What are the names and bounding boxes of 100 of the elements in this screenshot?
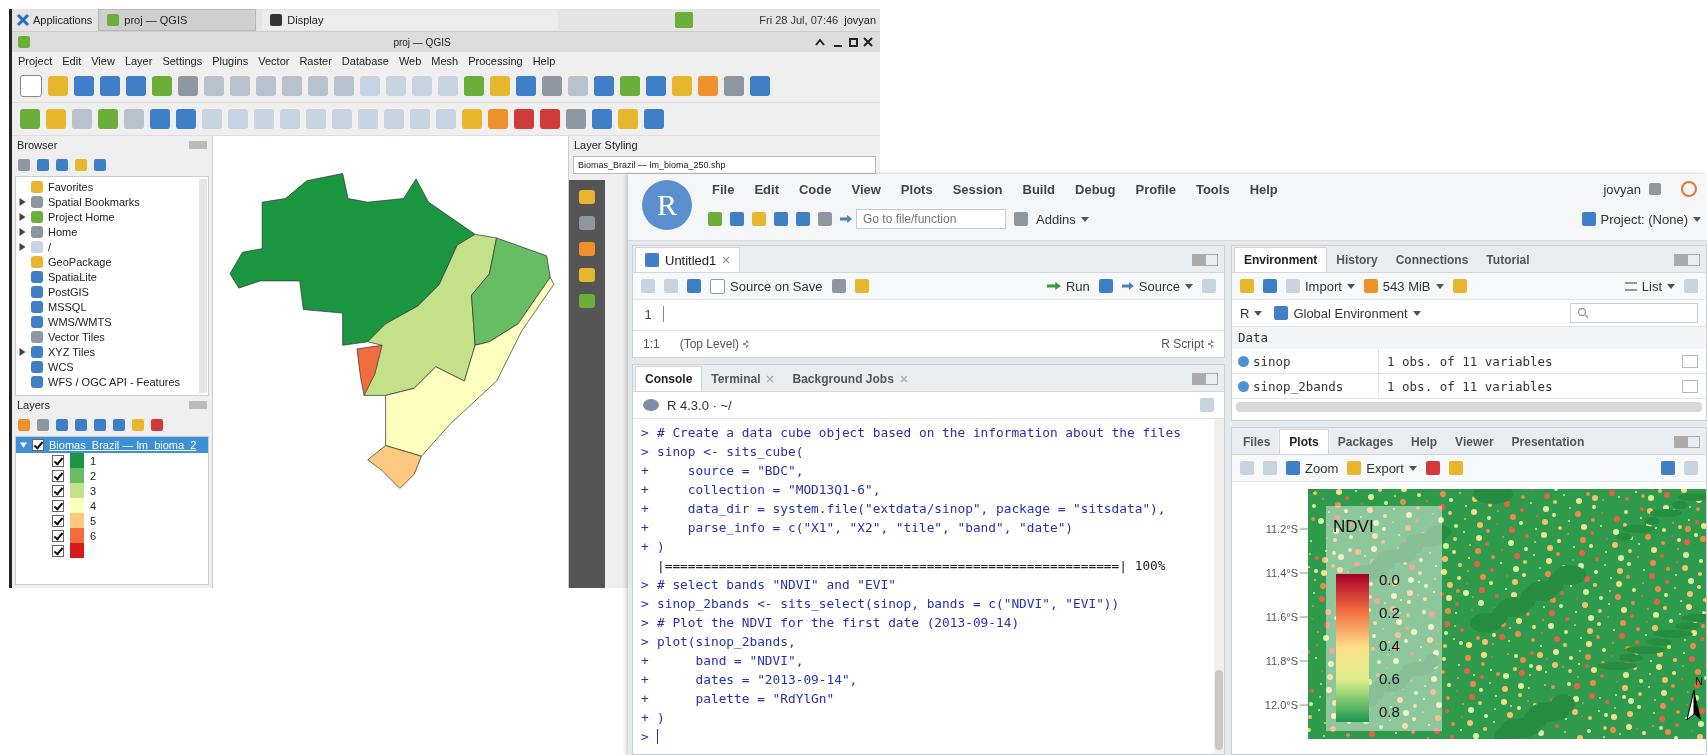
menu-item[interactable]: Project [18,55,53,67]
browser-item[interactable]: WCS [16,359,208,374]
layer-dropdown[interactable]: Biomas_Brazil — lm_bioma_250.shp [573,156,876,174]
browser-item[interactable]: Home [16,224,208,239]
pane-tab[interactable]: Console [635,366,703,391]
checkbox[interactable] [52,454,64,467]
go-to-file-field[interactable]: Go to file/function [856,209,1006,229]
tool-icon[interactable] [540,109,560,129]
close-icon[interactable] [766,375,775,383]
source-on-save-checkbox[interactable]: Source on Save [710,278,823,294]
scrollbar[interactable] [1236,402,1702,412]
pane-tab[interactable]: Tutorial [1477,248,1539,272]
pane-tab[interactable]: Files [1234,430,1280,454]
taskbar-task[interactable]: Display [262,10,559,30]
pane-tab[interactable]: Plots [1279,429,1329,454]
expand-arrow-icon[interactable] [19,227,26,236]
environment-selector[interactable]: Global Environment [1274,305,1421,321]
tool-icon[interactable] [542,76,562,96]
pane-tab[interactable]: Connections [1386,248,1478,272]
expand-icon[interactable] [1238,380,1249,392]
menu-item[interactable]: Raster [299,55,332,67]
expand-arrow-icon[interactable] [19,242,26,251]
search-field[interactable] [1570,303,1698,323]
close-icon[interactable] [899,375,908,383]
scope-selector[interactable]: (Top Level) [679,337,750,351]
expand-arrow-icon[interactable] [19,197,26,206]
tool-icon[interactable] [750,76,770,96]
tool-icon[interactable] [18,159,30,171]
style-tab-icon[interactable] [579,190,595,204]
menu-item[interactable]: Tools [1195,181,1230,197]
menu-item[interactable]: Session [952,181,1003,197]
taskbar-task[interactable]: proj — QGIS [98,9,257,31]
tool-icon[interactable] [176,109,196,129]
dock-buttons-icon[interactable] [189,401,207,409]
tool-icon[interactable] [94,159,106,171]
import-button[interactable]: Import [1286,278,1355,294]
file-type-selector[interactable]: R Script [1161,337,1214,351]
menu-item[interactable]: Edit [62,55,82,67]
browser-item[interactable]: PostGIS [16,284,208,299]
menu-item[interactable]: Database [341,55,389,67]
menu-item[interactable]: Profile [1135,181,1176,197]
file-tab[interactable]: Untitled1 [635,247,741,272]
menu-item[interactable]: Help [1249,181,1278,197]
browser-item[interactable]: GeoPackage [16,254,208,269]
checkbox[interactable] [52,514,64,527]
browser-item[interactable]: MSSQL [16,299,208,314]
pane-tab[interactable]: Background Jobs [783,367,917,391]
browser-item[interactable]: XYZ Tiles [16,344,208,359]
expand-icon[interactable] [1238,355,1249,367]
expand-arrow-icon[interactable] [19,347,26,356]
checkbox[interactable] [52,529,64,542]
menu-item[interactable]: Layer [124,55,153,67]
browser-item[interactable]: / [16,239,208,254]
tool-icon[interactable] [113,419,125,431]
dock-buttons-icon[interactable] [189,141,207,149]
language-selector[interactable]: R [1240,305,1263,321]
tool-icon[interactable] [646,76,666,96]
close-icon[interactable] [722,256,731,264]
menu-item[interactable]: Web [398,55,422,67]
menu-item[interactable]: Debug [1075,181,1116,197]
project-button[interactable]: Project: (None) [1581,211,1701,227]
source-button[interactable]: Source [1121,278,1193,294]
menu-item[interactable]: View [851,181,881,197]
menu-item[interactable]: Settings [162,55,203,67]
addins-button[interactable]: Addins [1036,211,1089,227]
run-button[interactable]: Run [1046,278,1090,294]
menu-item[interactable]: Build [1022,181,1055,197]
tool-icon[interactable] [56,419,68,431]
power-icon[interactable] [1681,181,1697,197]
checkbox[interactable] [52,499,64,512]
style-tab-icon[interactable] [579,216,595,230]
style-tab-icon[interactable] [579,294,595,308]
browser-item[interactable]: Project Home [16,209,208,224]
tool-icon[interactable] [592,109,612,129]
tool-icon[interactable] [514,109,534,129]
table-view-icon[interactable] [1682,379,1698,393]
expand-arrow-icon[interactable] [19,212,26,221]
browser-item[interactable]: WFS / OGC API - Features [16,374,208,389]
tool-icon[interactable] [94,419,106,431]
menu-item[interactable]: Plots [900,181,933,197]
tool-icon[interactable] [20,75,42,97]
browser-item[interactable]: Vector Tiles [16,329,208,344]
scrollbar[interactable] [1214,419,1224,754]
tool-icon[interactable] [151,419,163,431]
style-tab-icon[interactable] [579,242,595,256]
browser-item[interactable]: Spatial Bookmarks [16,194,208,209]
browser-item[interactable]: WMS/WMTS [16,314,208,329]
menu-item[interactable]: Code [798,181,832,197]
scrollbar[interactable] [199,179,207,393]
menu-item[interactable]: Plugins [212,55,249,67]
menu-item[interactable]: View [91,55,115,67]
tool-icon[interactable] [126,76,146,96]
tool-icon[interactable] [566,109,586,129]
tool-icon[interactable] [516,76,536,96]
view-mode-button[interactable]: List [1624,278,1675,294]
tool-icon[interactable] [724,76,744,96]
tool-icon[interactable] [18,419,30,431]
pane-tab[interactable]: Terminal [702,367,784,391]
menu-item[interactable]: Help [532,55,556,67]
menu-item[interactable]: File [712,181,735,197]
